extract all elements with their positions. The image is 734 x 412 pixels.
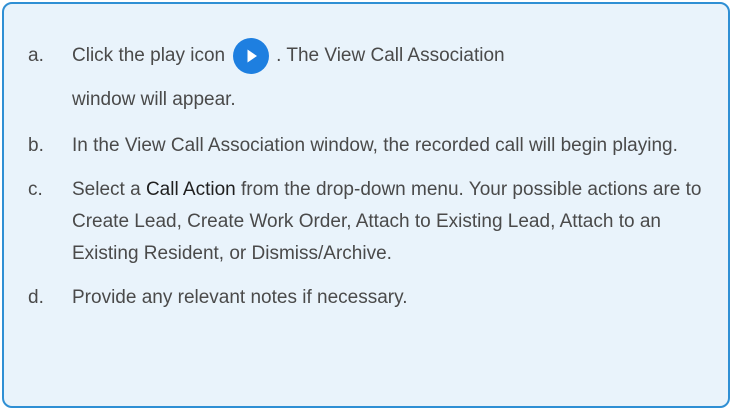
info-callout-panel: a. Click the play icon . The View Call A…: [2, 2, 730, 408]
step-c-letter: c.: [28, 179, 43, 200]
step-a-line-2: window will appear.: [72, 89, 236, 110]
play-button-icon: [233, 38, 270, 74]
step-c-text-before: Select a: [72, 179, 146, 200]
step-a-text-before-icon: Click the play icon: [72, 45, 226, 66]
step-a: a. Click the play icon . The View Call A…: [4, 36, 732, 112]
step-b-letter: b.: [28, 135, 44, 156]
step-a-line-1: Click the play icon . The View Call Asso…: [72, 36, 732, 76]
instruction-steps-list: a. Click the play icon . The View Call A…: [4, 4, 732, 314]
step-d-text: Provide any relevant notes if necessary.: [72, 287, 408, 308]
step-d: d. Provide any relevant notes if necessa…: [4, 282, 732, 314]
step-c: c. Select a Call Action from the drop-do…: [4, 174, 732, 270]
step-a-text-after-icon: . The View Call Association: [276, 45, 505, 66]
step-b: b. In the View Call Association window, …: [4, 130, 732, 162]
step-d-letter: d.: [28, 287, 44, 308]
step-a-letter: a.: [28, 45, 44, 66]
call-action-term: Call Action: [145, 179, 236, 200]
step-b-text: In the View Call Association window, the…: [72, 135, 678, 156]
